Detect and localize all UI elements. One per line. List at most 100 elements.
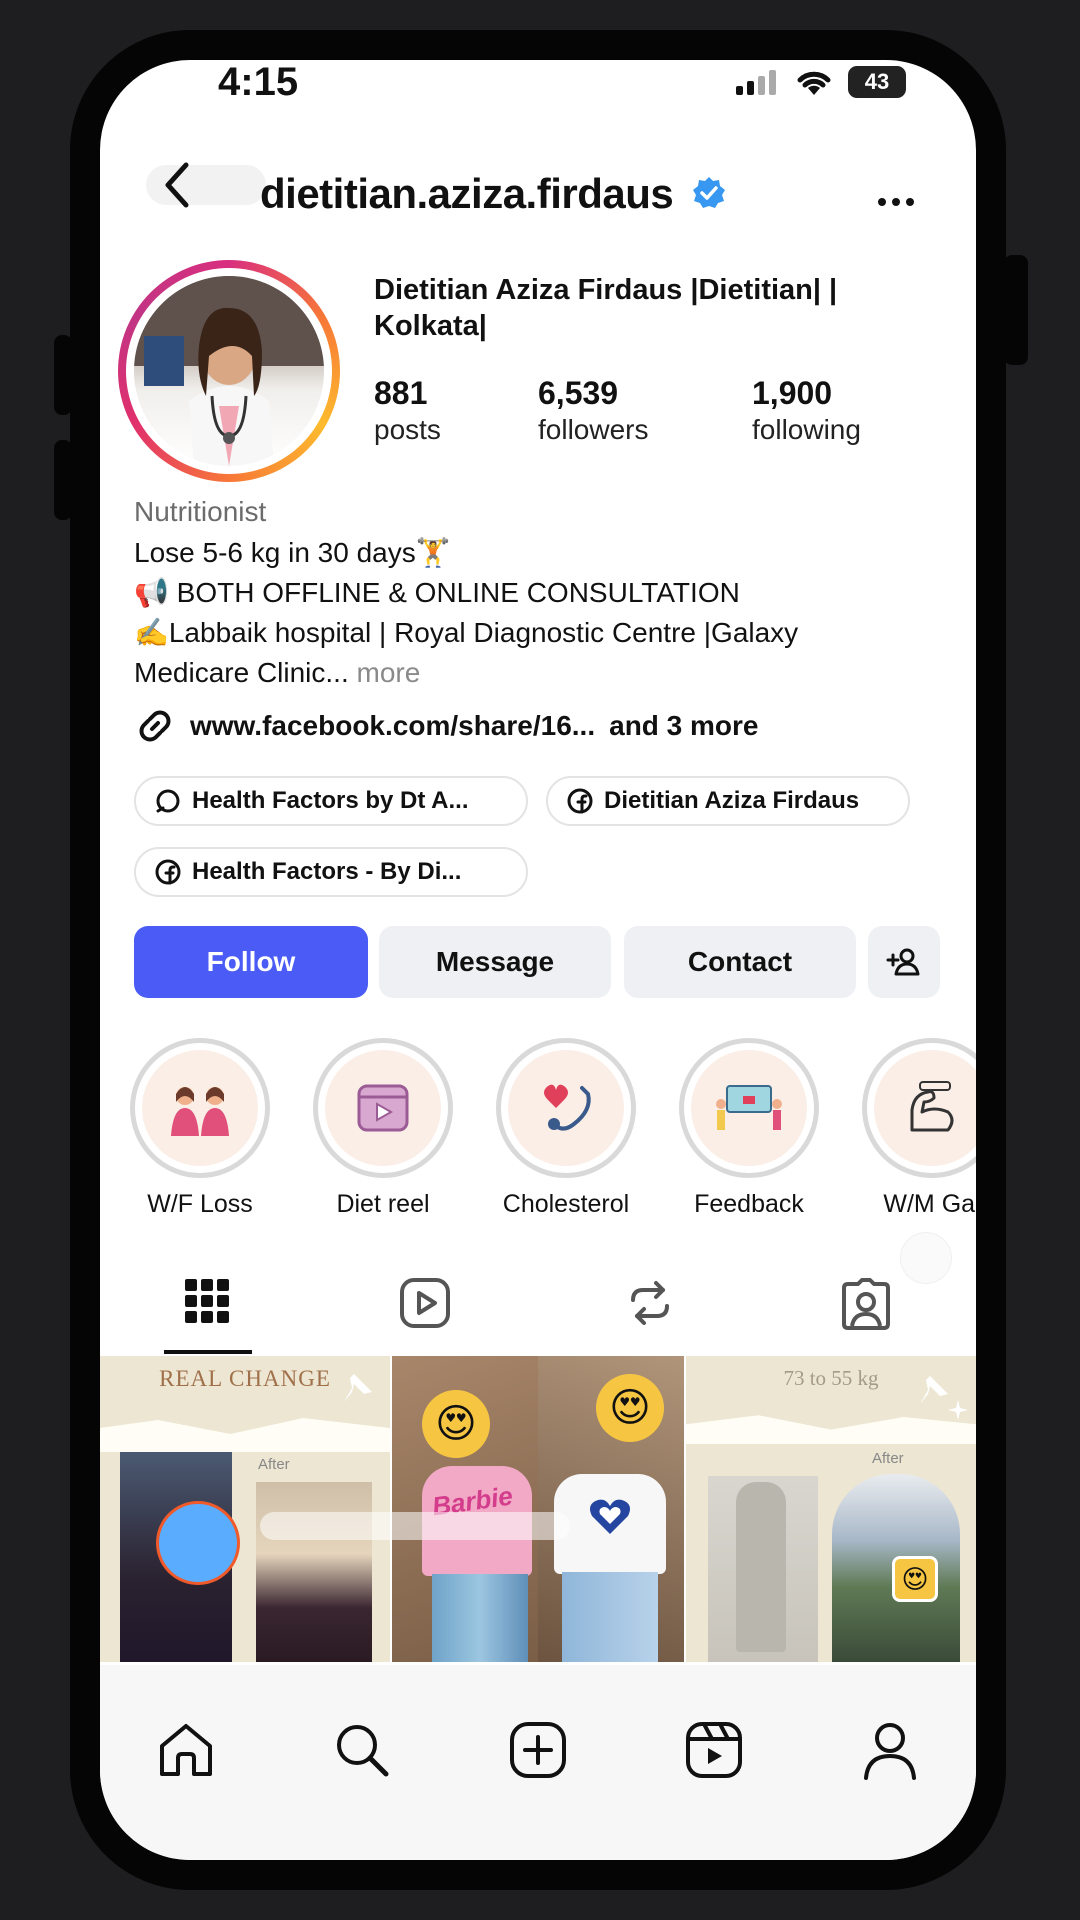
tab-reels[interactable]	[400, 1278, 450, 1333]
wifi-icon	[797, 71, 831, 95]
highlight-cover	[142, 1050, 258, 1166]
tab-reposts[interactable]	[625, 1278, 675, 1333]
bio-line-2: 📢 BOTH OFFLINE & ONLINE CONSULTATION	[134, 577, 740, 608]
post-tile-3[interactable]: 73 to 55 kg After 😍	[686, 1356, 976, 1662]
bio-line-4: Medicare Clinic... more	[134, 653, 934, 693]
highlight-label: Feedback	[694, 1190, 804, 1218]
highlight-label: W/M Gai	[883, 1190, 976, 1218]
battery-indicator: 43	[848, 66, 906, 98]
face-emoji-1: 😍	[422, 1390, 490, 1458]
stat-posts-value: 881	[374, 375, 428, 411]
torn-paper	[100, 1418, 390, 1452]
profile-link[interactable]: www.facebook.com/share/16... and 3 more	[134, 705, 759, 747]
plus-square-icon	[510, 1722, 566, 1778]
chip-label: Health Factors by Dt A...	[192, 787, 469, 814]
heart-icon	[590, 1499, 630, 1534]
nav-profile[interactable]	[860, 1720, 920, 1785]
suggest-user-button[interactable]	[868, 926, 940, 998]
highlight-cholesterol[interactable]: Cholesterol	[493, 1038, 639, 1219]
stat-following-value: 1,900	[752, 375, 833, 411]
chip-facebook-page[interactable]: Dietitian Aziza Firdaus	[546, 776, 910, 826]
highlight-feedback[interactable]: Feedback	[676, 1038, 822, 1219]
pin-icon	[920, 1376, 968, 1420]
highlight-cover	[508, 1050, 624, 1166]
active-tab-indicator	[164, 1350, 252, 1354]
back-button[interactable]	[146, 162, 266, 208]
grid-icon	[185, 1279, 229, 1323]
tagged-icon	[842, 1278, 890, 1330]
chip-label: Health Factors - By Di...	[192, 858, 462, 885]
add-user-icon	[886, 948, 920, 976]
link-icon	[139, 710, 171, 742]
tab-tagged[interactable]	[840, 1278, 892, 1335]
more-dots-icon	[878, 198, 914, 206]
home-icon	[160, 1724, 212, 1776]
person-silhouette	[736, 1482, 786, 1652]
profile-category: Nutritionist	[134, 496, 267, 527]
bio-more-link[interactable]: more	[357, 657, 421, 688]
link-extra: and 3 more	[609, 710, 759, 741]
highlight-label: W/F Loss	[147, 1190, 253, 1218]
post-after-label: After	[258, 1456, 290, 1473]
chip-threads-link[interactable]: Health Factors by Dt A...	[134, 776, 528, 826]
phone-volume-down-button	[54, 440, 72, 520]
contact-button[interactable]: Contact	[624, 926, 856, 998]
stat-following-label: following	[752, 414, 861, 445]
doctor-portrait-image	[134, 276, 324, 466]
two-women-icon	[171, 1087, 229, 1136]
nav-search[interactable]	[332, 1720, 392, 1785]
profile-avatar[interactable]	[118, 260, 340, 482]
stat-followers-label: followers	[538, 414, 649, 445]
link-url: www.facebook.com/share/16...	[190, 710, 596, 741]
signal-icon	[736, 70, 776, 95]
bio-line-3: ✍️Labbaik hospital | Royal Diagnostic Ce…	[134, 617, 799, 648]
highlight-ring	[679, 1038, 819, 1178]
facebook-icon	[567, 788, 593, 814]
highlight-cover	[874, 1050, 976, 1166]
facebook-icon	[155, 859, 181, 885]
threads-icon	[156, 789, 180, 813]
highlight-diet-reel[interactable]: Diet reel	[310, 1038, 456, 1219]
nav-home[interactable]	[156, 1720, 216, 1785]
highlight-cover	[325, 1050, 441, 1166]
chip-label: Dietitian Aziza Firdaus	[604, 787, 860, 814]
stat-posts[interactable]: 881 posts	[374, 375, 441, 446]
post-after-label: After	[872, 1450, 904, 1467]
floating-overlay-bar	[260, 1512, 570, 1540]
highlight-wf-loss[interactable]: W/F Loss	[127, 1038, 273, 1219]
highlight-ring	[496, 1038, 636, 1178]
reels-icon	[400, 1278, 450, 1328]
message-button[interactable]: Message	[379, 926, 611, 998]
search-icon	[337, 1725, 389, 1777]
highlight-label: Diet reel	[336, 1190, 430, 1218]
phone-volume-up-button	[54, 335, 72, 415]
avatar-photo	[134, 276, 324, 466]
verified-badge-icon	[693, 176, 726, 208]
video-play-icon	[357, 1084, 409, 1132]
repost-icon	[631, 1281, 669, 1325]
face-emoji-3: 😍	[892, 1556, 938, 1602]
stat-followers-value: 6,539	[538, 375, 619, 411]
highlight-wm-gain[interactable]: W/M Gai	[859, 1038, 976, 1219]
chip-facebook-health-factors[interactable]: Health Factors - By Di...	[134, 847, 528, 897]
blue-jeans	[432, 1574, 528, 1662]
avatar-border	[126, 268, 332, 474]
tab-grid[interactable]	[184, 1278, 230, 1329]
post-tile-2[interactable]: Barbie 😍 😍	[392, 1356, 684, 1662]
more-options-button[interactable]	[876, 176, 916, 219]
profile-icon	[864, 1723, 916, 1780]
status-icons: 43	[734, 62, 906, 102]
bio-line-4-text: Medicare Clinic...	[134, 657, 349, 688]
stat-following[interactable]: 1,900 following	[752, 375, 861, 446]
status-time: 4:15	[218, 60, 299, 104]
follow-button[interactable]: Follow	[134, 926, 368, 998]
post-tile-1[interactable]: REAL CHANGE After	[100, 1356, 390, 1662]
stat-followers[interactable]: 6,539 followers	[538, 375, 648, 446]
after-photo	[256, 1482, 372, 1662]
highlight-cover	[691, 1050, 807, 1166]
nav-create[interactable]	[508, 1720, 568, 1785]
username-text: dietitian.aziza.firdaus	[260, 170, 674, 217]
highlight-ring	[313, 1038, 453, 1178]
feedback-board-icon	[716, 1085, 782, 1130]
nav-reels[interactable]	[684, 1720, 744, 1785]
